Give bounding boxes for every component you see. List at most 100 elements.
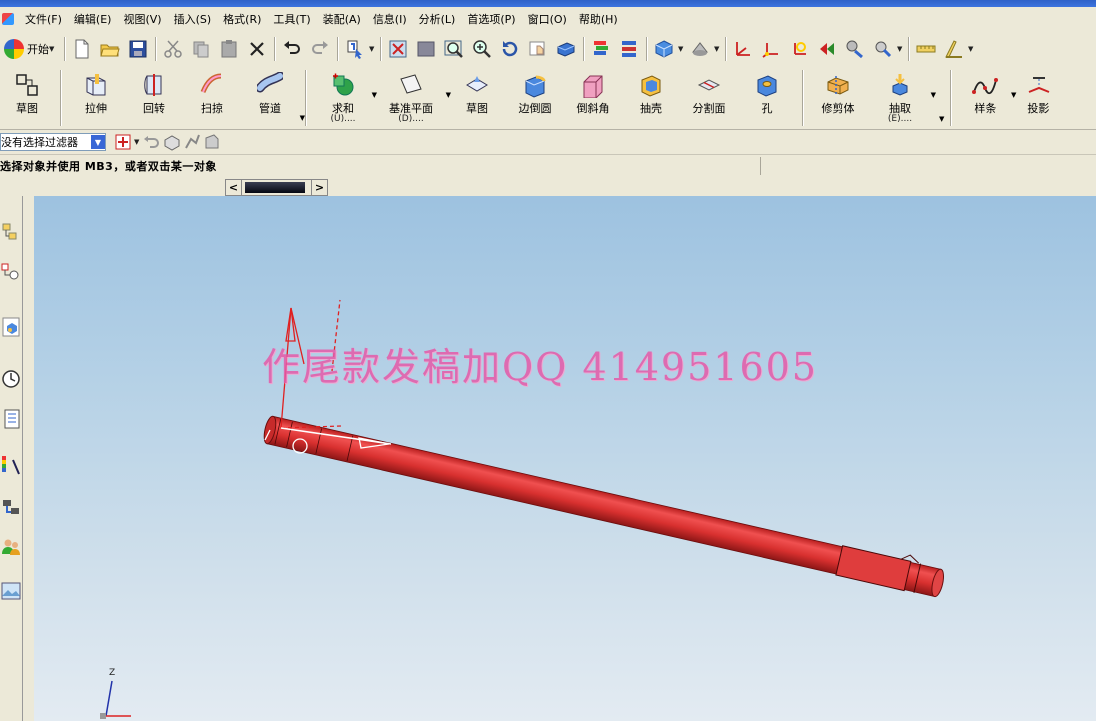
selection-icon[interactable]	[341, 35, 369, 63]
zoom-icon[interactable]	[440, 35, 468, 63]
constraint-navigator-icon[interactable]	[0, 256, 22, 286]
chevron-down-icon[interactable]: ▼	[714, 45, 722, 53]
undo-icon[interactable]	[278, 35, 306, 63]
save-icon[interactable]	[124, 35, 152, 63]
shell-button[interactable]: 抽壳	[622, 67, 680, 115]
select-body-icon[interactable]	[162, 128, 182, 156]
system-scenes-icon[interactable]	[0, 576, 22, 606]
wcs-display-icon[interactable]	[869, 35, 897, 63]
view-cube-icon[interactable]	[650, 35, 678, 63]
wcs-icon[interactable]	[729, 35, 757, 63]
status-divider	[760, 157, 761, 175]
title-bar	[0, 0, 1096, 7]
menu-help[interactable]: 帮助(H)	[573, 11, 624, 27]
menu-edit[interactable]: 编辑(E)	[68, 11, 118, 27]
zoom-in-icon[interactable]	[468, 35, 496, 63]
chevron-down-icon[interactable]: ▼	[134, 138, 142, 146]
shaded-view-icon[interactable]	[552, 35, 580, 63]
scroll-right-icon[interactable]: >	[311, 179, 328, 196]
model-canvas[interactable]	[34, 196, 1096, 721]
menu-analysis[interactable]: 分析(L)	[413, 11, 462, 27]
wcs-rotate-icon[interactable]	[785, 35, 813, 63]
rotate-icon[interactable]	[496, 35, 524, 63]
revolve-button[interactable]: 回转	[125, 67, 183, 115]
chevron-down-icon[interactable]: ▼	[91, 135, 105, 149]
roles-icon[interactable]	[0, 532, 22, 562]
graphics-viewport[interactable]: 作尾款发稿加QQ 414951605 Z	[34, 196, 1096, 721]
open-icon[interactable]	[96, 35, 124, 63]
menu-tools[interactable]: 工具(T)	[267, 11, 316, 27]
menu-insert[interactable]: 插入(S)	[168, 11, 218, 27]
menu-window[interactable]: 窗口(O)	[522, 11, 573, 27]
trim-body-button[interactable]: 修剪体	[809, 67, 867, 115]
divide-face-button[interactable]: 分割面	[680, 67, 738, 115]
chevron-down-icon[interactable]: ▼	[300, 114, 305, 122]
menu-information[interactable]: 信息(I)	[367, 11, 413, 27]
wcs-orient-icon[interactable]	[813, 35, 841, 63]
menu-format[interactable]: 格式(R)	[217, 11, 267, 27]
sketch-plane-button[interactable]: 草图	[448, 67, 506, 115]
datum-plane-button[interactable]: 基准平面 (D).... ▼	[374, 67, 451, 124]
menu-file[interactable]: 文件(F)	[19, 11, 68, 27]
palette-icon[interactable]	[0, 450, 22, 480]
wcs-origin-icon[interactable]	[757, 35, 785, 63]
cut-icon[interactable]	[159, 35, 187, 63]
process-studio-icon[interactable]	[0, 492, 22, 522]
scroll-track[interactable]	[242, 179, 311, 196]
type-filter-select[interactable]: 没有选择过滤器 ▼	[0, 133, 106, 151]
chevron-down-icon[interactable]: ▼	[897, 45, 905, 53]
snap-point-icon[interactable]	[112, 128, 134, 156]
measure-angle-icon[interactable]	[940, 35, 968, 63]
spline-button[interactable]: 样条 ▼	[957, 67, 1016, 115]
chevron-down-icon[interactable]: ▼	[931, 91, 936, 99]
layer-icon[interactable]	[587, 35, 615, 63]
edge-blend-button[interactable]: 边倒圆	[506, 67, 564, 115]
copy-icon[interactable]	[187, 35, 215, 63]
menu-preferences[interactable]: 首选项(P)	[461, 11, 521, 27]
paste-icon[interactable]	[215, 35, 243, 63]
render-style-icon[interactable]	[686, 35, 714, 63]
start-button[interactable]: 开始 ▼	[0, 35, 61, 63]
toolbar-separator	[305, 70, 306, 126]
pan-icon[interactable]	[524, 35, 552, 63]
chevron-down-icon[interactable]: ▼	[939, 115, 944, 123]
menu-assembly[interactable]: 装配(A)	[317, 11, 367, 27]
chamfer-label: 倒斜角	[576, 102, 610, 115]
fit-icon[interactable]	[384, 35, 412, 63]
layer-settings-icon[interactable]	[615, 35, 643, 63]
part-tab-scroller[interactable]: < >	[225, 179, 328, 196]
undo-selection-icon[interactable]	[142, 128, 162, 156]
part-navigator-icon[interactable]	[0, 312, 22, 342]
measure-distance-icon[interactable]	[912, 35, 940, 63]
sketch-button[interactable]: 草图	[0, 67, 54, 115]
delete-icon[interactable]	[243, 35, 271, 63]
tube-button[interactable]: 管道 ▼	[241, 67, 305, 122]
redo-icon[interactable]	[306, 35, 334, 63]
sweep-button[interactable]: 扫掠	[183, 67, 241, 115]
new-icon[interactable]	[68, 35, 96, 63]
reuse-library-icon[interactable]	[0, 404, 22, 434]
scroll-left-icon[interactable]: <	[225, 179, 242, 196]
menu-view[interactable]: 视图(V)	[117, 11, 167, 27]
chevron-down-icon[interactable]: ▼	[369, 45, 377, 53]
start-icon	[4, 39, 24, 59]
chamfer-button[interactable]: 倒斜角	[564, 67, 622, 115]
extrude-button[interactable]: 拉伸	[67, 67, 125, 115]
toolbar-separator	[725, 37, 726, 61]
scroll-thumb[interactable]	[245, 182, 305, 193]
history-icon[interactable]	[0, 364, 22, 394]
chevron-down-icon[interactable]: ▼	[678, 45, 686, 53]
project-curve-button[interactable]: 投影	[1013, 67, 1063, 115]
zoom-region-icon[interactable]	[412, 35, 440, 63]
chevron-down-icon[interactable]: ▼	[968, 45, 976, 53]
analysis-icon[interactable]	[841, 35, 869, 63]
hole-button[interactable]: 孔	[738, 67, 796, 115]
unite-button[interactable]: 求和 (U).... ▼	[312, 67, 377, 124]
extract-button[interactable]: 抽取 (E).... ▼	[867, 67, 936, 124]
select-feature-icon[interactable]	[182, 128, 202, 156]
assembly-navigator-icon[interactable]	[0, 218, 22, 248]
select-face-icon[interactable]	[202, 128, 222, 156]
project-curve-icon	[1025, 72, 1051, 98]
divide-face-icon	[696, 72, 722, 98]
shaft-body[interactable]	[262, 408, 947, 598]
